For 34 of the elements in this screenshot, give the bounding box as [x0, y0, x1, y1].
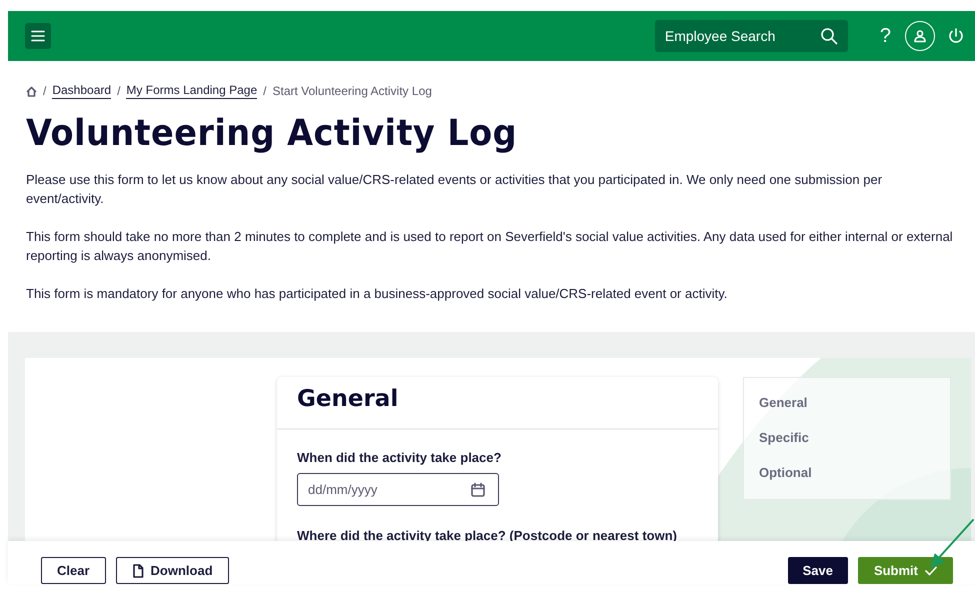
menu-button[interactable]	[25, 23, 51, 49]
home-icon[interactable]	[26, 86, 37, 96]
profile-button[interactable]	[905, 21, 935, 51]
employee-search-field[interactable]: Employee Search	[654, 20, 848, 52]
help-button[interactable]: ?	[880, 24, 891, 48]
calendar-icon	[470, 482, 486, 498]
intro-paragraph: Please use this form to let us know about any social value/CRS-related events or activities that you participated in. We only need one submission per event/activity.	[26, 171, 884, 208]
power-button[interactable]	[947, 27, 965, 45]
section-nav-item[interactable]: Optional	[744, 456, 827, 491]
document-icon	[132, 564, 144, 578]
intro-paragraph: This form should take no more than 2 minutes to complete and is used to report on Severfield's social value activities. Any data used for either internal or external reporting is always anonymised.	[26, 228, 954, 265]
download-button[interactable]: Download	[116, 557, 229, 584]
breadcrumb-separator: /	[263, 84, 266, 98]
field-label: Where did the activity take place? (Postcode or nearest town)	[297, 528, 678, 543]
section-title: General	[277, 377, 718, 430]
submit-button[interactable]: Submit	[858, 557, 953, 584]
breadcrumb-separator: /	[117, 84, 120, 98]
menu-icon	[31, 30, 45, 42]
breadcrumb-current: Start Volunteering Activity Log	[272, 84, 432, 98]
date-field[interactable]: dd/mm/yyyy	[297, 473, 499, 506]
clear-button[interactable]: Clear	[41, 557, 106, 584]
breadcrumb-link[interactable]: Dashboard	[52, 83, 112, 99]
search-icon	[820, 27, 838, 45]
breadcrumb-link[interactable]: My Forms Landing Page	[126, 83, 258, 99]
user-icon	[913, 29, 927, 43]
section-nav-item[interactable]: Specific	[744, 421, 824, 456]
checkmark-icon	[925, 566, 937, 576]
intro-paragraph: This form is mandatory for anyone who has participated in a business-approved social value/CRS-related event or activity.	[26, 285, 728, 303]
section-nav-item[interactable]: General	[744, 386, 822, 421]
breadcrumb-separator: /	[43, 84, 46, 98]
save-button[interactable]: Save	[788, 557, 848, 584]
power-icon	[947, 27, 965, 45]
page-title: Volunteering Activity Log	[26, 113, 518, 154]
field-label: When did the activity take place?	[297, 450, 502, 465]
